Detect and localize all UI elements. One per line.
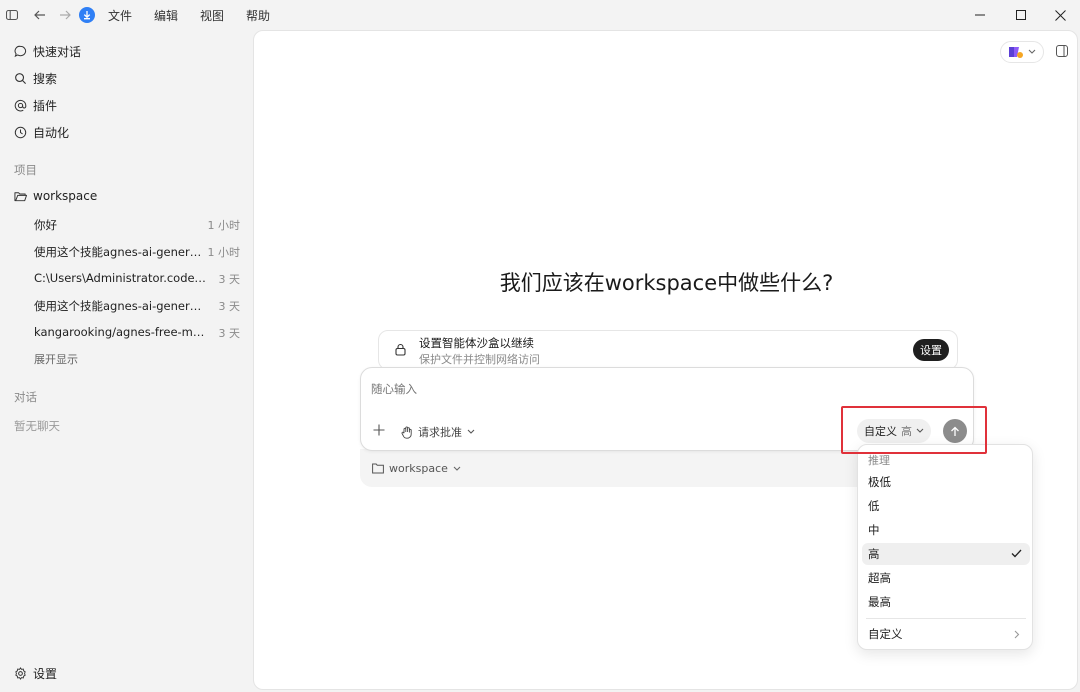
title-bar: 文件 编辑 视图 帮助	[0, 0, 1080, 30]
sandbox-subtitle: 保护文件并控制网络访问	[419, 353, 540, 366]
page-title: 我们应该在workspace中做些什么?	[499, 271, 834, 295]
plus-icon	[373, 424, 385, 436]
chevron-right-icon	[1014, 630, 1020, 639]
chevron-down-icon	[1028, 49, 1036, 54]
sidebar-item-plugins[interactable]: 插件	[14, 97, 57, 114]
menu-file[interactable]: 文件	[108, 7, 132, 24]
thread-title: 你好	[34, 218, 57, 232]
thread-title: C:\Users\Administrator.codex\ski...	[34, 271, 208, 285]
sidebar-toggle-icon[interactable]	[4, 0, 20, 30]
back-arrow-icon[interactable]	[30, 0, 48, 30]
chevron-down-icon	[916, 428, 924, 433]
dropdown-header: 推理	[868, 454, 890, 467]
mode-label: 自定义	[864, 425, 897, 438]
settings-button[interactable]: 设置	[14, 665, 57, 682]
option-very-low[interactable]: 极低	[858, 471, 1034, 493]
sandbox-setup-button[interactable]: 设置	[913, 339, 949, 361]
thread-title: kangarooking/agnes-free-model...	[34, 325, 208, 339]
check-icon	[1011, 549, 1022, 558]
thread-item[interactable]: 你好 1 小时	[34, 217, 240, 233]
approval-mode-selector[interactable]: 请求批准	[401, 424, 475, 440]
composer: 请求批准 自定义 高	[360, 367, 974, 451]
sidebar: 快速对话 搜索 插件 自动化 项目 workspace 你好 1 小时 使用这个…	[0, 30, 253, 692]
hand-icon	[401, 425, 412, 439]
menu-help[interactable]: 帮助	[246, 7, 270, 24]
minimize-icon[interactable]	[957, 0, 1003, 30]
menu-view[interactable]: 视图	[200, 7, 224, 24]
option-max[interactable]: 最高	[858, 591, 1034, 613]
reasoning-dropdown: 推理 极低 低 中 高 超高 最高 自定义	[857, 444, 1033, 650]
sidebar-item-label: 搜索	[33, 72, 58, 86]
reasoning-level-selector[interactable]: 自定义 高	[857, 419, 931, 443]
folder-icon	[372, 463, 384, 474]
chevron-down-icon	[467, 429, 475, 434]
project-name: workspace	[33, 189, 98, 203]
settings-label: 设置	[33, 667, 58, 681]
approval-label: 请求批准	[418, 426, 462, 439]
thread-title: 使用这个技能agnes-ai-generati...	[34, 245, 208, 259]
sidebar-item-automation[interactable]: 自动化	[14, 124, 69, 141]
thread-time: 3 天	[218, 327, 241, 340]
thread-time: 3 天	[218, 300, 241, 313]
project-workspace[interactable]: workspace	[14, 189, 97, 203]
projects-section-label: 项目	[14, 163, 37, 177]
search-icon	[15, 73, 27, 85]
panel-toggle-icon[interactable]	[1056, 45, 1068, 60]
thread-time: 3 天	[218, 273, 241, 286]
thread-item[interactable]: kangarooking/agnes-free-model... 3 天	[34, 325, 240, 341]
gear-icon	[15, 667, 26, 680]
model-picker-button[interactable]	[1000, 41, 1044, 63]
option-very-high[interactable]: 超高	[858, 567, 1034, 589]
thread-time: 1 小时	[207, 219, 241, 232]
message-input[interactable]	[371, 380, 961, 398]
lock-icon	[395, 343, 406, 356]
send-button[interactable]	[943, 419, 967, 443]
at-sign-icon	[14, 99, 27, 112]
expand-link[interactable]: 展开显示	[34, 351, 240, 367]
conversations-section-label: 对话	[14, 390, 37, 404]
clock-icon	[14, 126, 27, 139]
sidebar-item-label: 插件	[33, 99, 58, 113]
option-low[interactable]: 低	[858, 495, 1034, 517]
sidebar-item-label: 自动化	[33, 126, 70, 140]
chevron-down-icon	[453, 466, 461, 471]
thread-title: 使用这个技能agnes-ai-generatio...	[34, 299, 208, 313]
no-chats-text: 暂无聊天	[14, 419, 60, 433]
arrow-up-icon	[951, 426, 959, 436]
sidebar-item-label: 快速对话	[33, 45, 82, 59]
sidebar-item-search[interactable]: 搜索	[14, 70, 57, 87]
option-custom[interactable]: 自定义	[858, 623, 1034, 645]
folder-open-icon	[14, 191, 27, 201]
thread-item[interactable]: 使用这个技能agnes-ai-generatio... 3 天	[34, 298, 240, 314]
folder-name: workspace	[389, 462, 448, 475]
folder-selector[interactable]: workspace	[372, 462, 461, 475]
option-high[interactable]: 高	[858, 543, 1034, 565]
thread-time: 1 小时	[207, 246, 241, 259]
dropdown-divider	[866, 618, 1026, 619]
app-logo-icon	[1009, 47, 1023, 58]
menu-edit[interactable]: 编辑	[154, 7, 178, 24]
level-value: 高	[901, 425, 912, 438]
sandbox-title: 设置智能体沙盒以继续	[419, 336, 534, 350]
sidebar-item-quick-chat[interactable]: 快速对话	[14, 43, 81, 60]
thread-item[interactable]: C:\Users\Administrator.codex\ski... 3 天	[34, 271, 240, 287]
chat-bubble-icon	[14, 45, 27, 58]
sandbox-notice: 设置智能体沙盒以继续 保护文件并控制网络访问 设置	[378, 330, 958, 370]
forward-arrow-icon[interactable]	[56, 0, 74, 30]
add-attachment-button[interactable]	[373, 424, 385, 439]
thread-item[interactable]: 使用这个技能agnes-ai-generati... 1 小时	[34, 244, 240, 260]
download-update-icon[interactable]	[78, 0, 96, 30]
close-icon[interactable]	[1037, 0, 1080, 30]
option-medium[interactable]: 中	[858, 519, 1034, 541]
